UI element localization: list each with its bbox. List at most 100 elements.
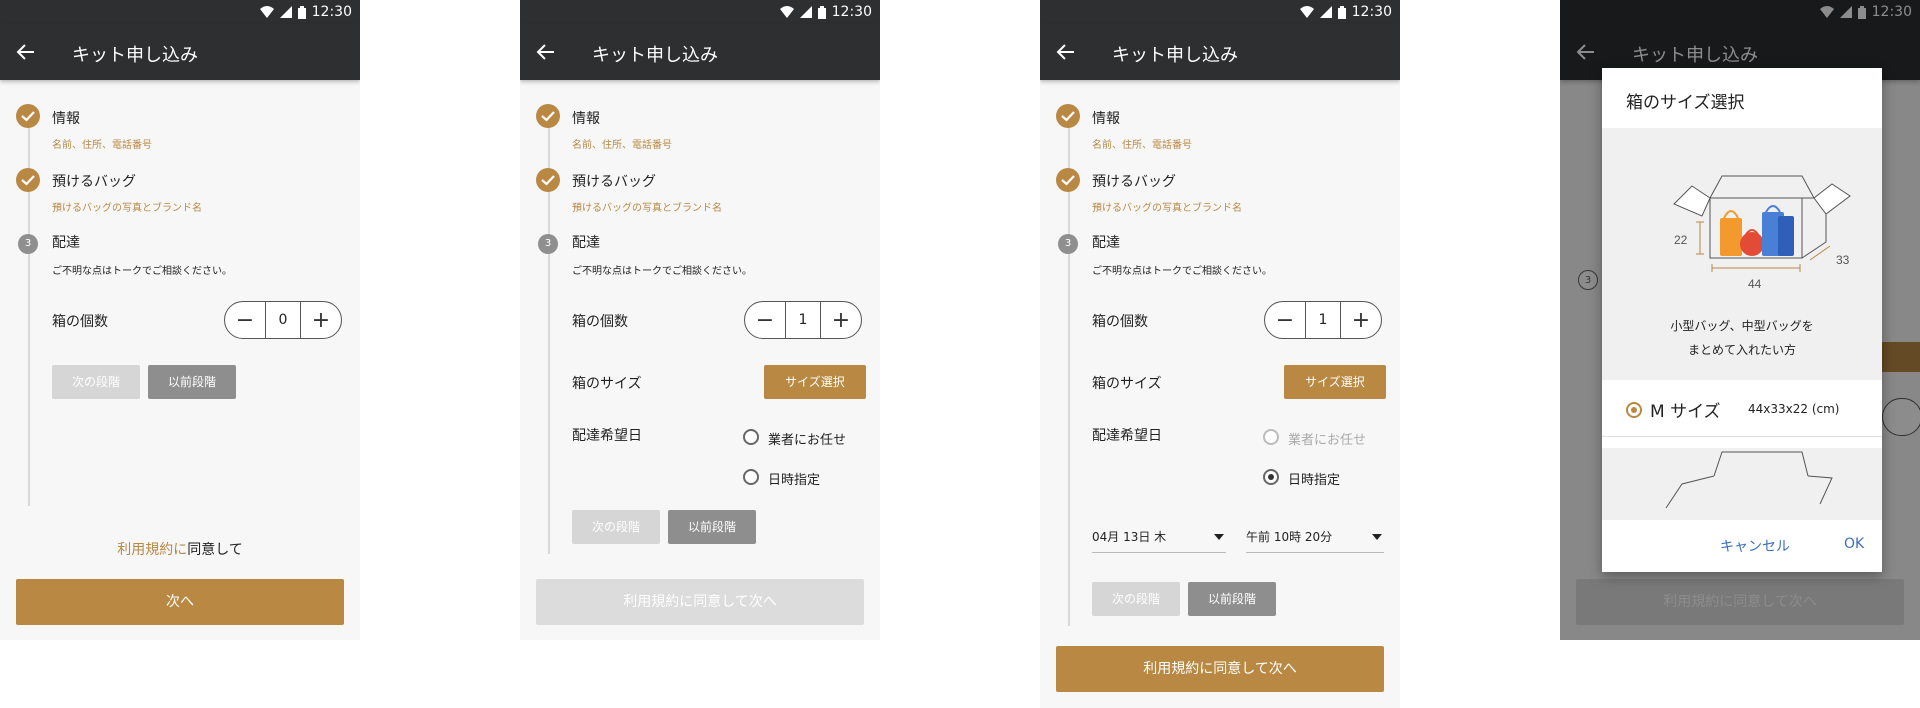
screen-1: 12:30 キット申し込み 情報 名前、住所、電話番号 預けるバッグ 預けるバッ… [0, 0, 360, 640]
size-select-button[interactable]: サイズ選択 [1284, 365, 1386, 399]
dim-width: 44 [1748, 277, 1762, 291]
increment-button[interactable]: + [821, 301, 861, 339]
box-count-stepper: − 0 + [224, 301, 342, 339]
box-illustration-icon: 22 44 33 [1673, 175, 1851, 291]
battery-icon [1337, 5, 1346, 19]
radio-carrier-label: 業者にお任せ [768, 433, 847, 448]
status-bar: 12:30 [1040, 0, 1400, 24]
status-time: 12:30 [831, 4, 872, 20]
radio-datetime-label: 日時指定 [768, 473, 821, 488]
terms-text: 同意して [187, 542, 243, 558]
size-option-m[interactable]: M サイズ 44x33x22 (cm) [1602, 380, 1882, 437]
step-bag-title: 預けるバッグ [572, 174, 656, 190]
size-card[interactable]: 22 44 33 小型バッグ、中型バッグを まとめて入れたい方 [1602, 128, 1882, 380]
box-count-stepper: − 1 + [1264, 301, 1382, 339]
step-complete-icon [1056, 104, 1080, 128]
step-delivery-note: ご不明な点はトークでご相談ください。 [572, 266, 752, 277]
agree-next-button[interactable]: 利用規約に同意して次へ [1056, 646, 1384, 692]
size-select-dialog: 箱のサイズ選択 22 44 33 小型バッグ、中型バッグを まとめて入れたい方 … [1602, 68, 1882, 572]
step-info-sub: 名前、住所、電話番号 [1092, 140, 1192, 151]
decrement-button[interactable]: − [1265, 301, 1305, 339]
step-delivery-title: 配達 [572, 235, 600, 251]
step-complete-icon [536, 104, 560, 128]
size-caption-line-1: 小型バッグ、中型バッグを [1670, 319, 1814, 333]
app-bar: キット申し込み [520, 24, 880, 80]
box-count-label: 箱の個数 [572, 314, 628, 330]
status-bar: 12:30 [0, 0, 360, 24]
cancel-button[interactable]: キャンセル [1720, 536, 1790, 556]
back-arrow-icon[interactable] [536, 42, 556, 62]
battery-icon [297, 5, 306, 19]
radio-carrier[interactable] [743, 429, 759, 445]
status-bar: 12:30 [520, 0, 880, 24]
decrement-button[interactable]: − [225, 301, 265, 339]
box-count-stepper: − 1 + [744, 301, 862, 339]
box-count-value: 0 [265, 302, 301, 338]
step-bag-title: 預けるバッグ [1092, 174, 1176, 190]
step-complete-icon [536, 168, 560, 192]
step-delivery-title: 配達 [52, 235, 80, 251]
screen-2: 12:30 キット申し込み 情報 名前、住所、電話番号 預けるバッグ 預けるバッ… [520, 0, 880, 640]
next-step-button[interactable]: 次の段階 [572, 510, 660, 544]
increment-button[interactable]: + [301, 301, 341, 339]
step-bag-sub: 預けるバッグの写真とブランド名 [1092, 203, 1242, 214]
radio-datetime-label: 日時指定 [1288, 473, 1341, 488]
radio-datetime[interactable] [1263, 469, 1279, 485]
step-bag-sub: 預けるバッグの写真とブランド名 [572, 203, 722, 214]
size-caption-line-2: まとめて入れたい方 [1687, 343, 1796, 357]
battery-icon [817, 5, 826, 19]
size-select-button[interactable]: サイズ選択 [764, 365, 866, 399]
prev-step-button[interactable]: 以前段階 [148, 365, 236, 399]
next-step-button[interactable]: 次の段階 [52, 365, 140, 399]
page-title: キット申し込み [72, 45, 198, 66]
step-line [28, 106, 30, 506]
page-title: キット申し込み [592, 45, 718, 66]
dialog-actions: キャンセル OK [1602, 520, 1882, 572]
date-dropdown[interactable]: 04月 13日 木 [1092, 528, 1226, 553]
step-delivery-note: ご不明な点はトークでご相談ください。 [52, 266, 232, 277]
step-info-sub: 名前、住所、電話番号 [572, 140, 672, 151]
increment-button[interactable]: + [1341, 301, 1381, 339]
next-step-button[interactable]: 次の段階 [1092, 582, 1180, 616]
step-info-sub: 名前、住所、電話番号 [52, 140, 152, 151]
ok-button[interactable]: OK [1844, 536, 1864, 552]
status-time: 12:30 [311, 4, 352, 20]
step-info-title: 情報 [572, 111, 600, 127]
step-info-title: 情報 [1092, 111, 1120, 127]
box-size-label: 箱のサイズ [572, 376, 642, 392]
step-delivery-title: 配達 [1092, 235, 1120, 251]
box-count-label: 箱の個数 [1092, 314, 1148, 330]
decrement-button[interactable]: − [745, 301, 785, 339]
step-complete-icon [16, 168, 40, 192]
size-card-next[interactable] [1602, 448, 1882, 524]
dropdown-arrow-icon [1214, 534, 1224, 540]
radio-datetime[interactable] [743, 469, 759, 485]
box-count-value: 1 [1305, 302, 1341, 338]
prev-step-button[interactable]: 以前段階 [668, 510, 756, 544]
radio-carrier-label: 業者にお任せ [1288, 433, 1367, 448]
dropdown-arrow-icon [1372, 534, 1382, 540]
dialog-title: 箱のサイズ選択 [1626, 93, 1745, 113]
agree-next-button[interactable]: 利用規約に同意して次へ [536, 579, 864, 625]
size-option-radio[interactable] [1626, 402, 1642, 418]
back-arrow-icon[interactable] [1056, 42, 1076, 62]
screen-3: 12:30 キット申し込み 情報 名前、住所、電話番号 預けるバッグ 預けるバッ… [1040, 0, 1400, 708]
box-illustration-icon [1665, 451, 1833, 509]
dim-depth: 33 [1836, 253, 1850, 267]
back-arrow-icon[interactable] [16, 42, 36, 62]
radio-carrier[interactable] [1263, 429, 1279, 445]
next-button[interactable]: 次へ [16, 579, 344, 625]
size-caption: 小型バッグ、中型バッグを まとめて入れたい方 [1602, 314, 1882, 362]
time-dropdown[interactable]: 午前 10時 20分 [1246, 528, 1384, 553]
box-count-label: 箱の個数 [52, 314, 108, 330]
app-bar: キット申し込み [1040, 24, 1400, 80]
wifi-icon [779, 6, 794, 18]
time-value: 午前 10時 20分 [1246, 530, 1333, 544]
delivery-date-label: 配達希望日 [1092, 428, 1162, 444]
wifi-icon [1299, 6, 1314, 18]
prev-step-button[interactable]: 以前段階 [1188, 582, 1276, 616]
step-bag-sub: 預けるバッグの写真とブランド名 [52, 203, 202, 214]
page-title: キット申し込み [1112, 45, 1238, 66]
step-complete-icon [16, 104, 40, 128]
terms-link[interactable]: 利用規約に [117, 542, 187, 558]
